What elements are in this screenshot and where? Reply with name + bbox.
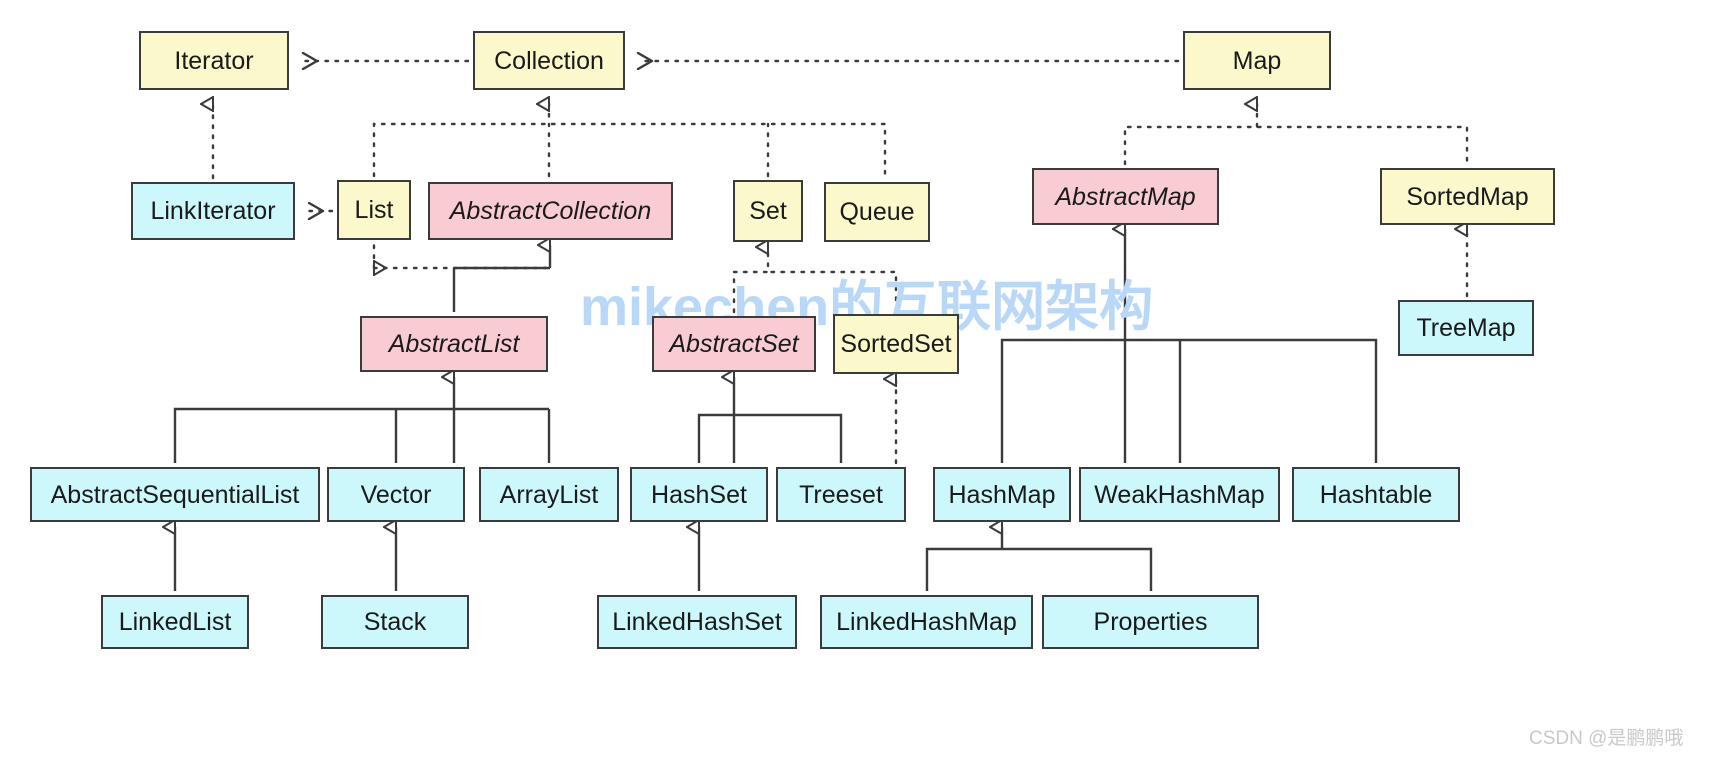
class-node-abstractset[interactable]: AbstractSet <box>652 316 816 372</box>
credit-text: CSDN @是鹏鹏哦 <box>1529 728 1684 749</box>
class-node-stack[interactable]: Stack <box>321 595 469 649</box>
class-node-treeset[interactable]: Treeset <box>776 467 906 522</box>
class-node-linkedlist[interactable]: LinkedList <box>101 595 249 649</box>
class-node-abstractlist[interactable]: AbstractList <box>360 316 548 372</box>
class-node-properties[interactable]: Properties <box>1042 595 1259 649</box>
class-node-linkiterator[interactable]: LinkIterator <box>131 182 295 240</box>
class-node-hashmap[interactable]: HashMap <box>933 467 1071 522</box>
class-node-set[interactable]: Set <box>733 180 803 242</box>
class-node-weakhashmap[interactable]: WeakHashMap <box>1079 467 1280 522</box>
class-node-treemap[interactable]: TreeMap <box>1398 300 1534 356</box>
uml-class-diagram: mikechen的互联网架构 CSDN @是鹏鹏哦 Iterator Collec… <box>0 0 1734 762</box>
class-node-sortedmap[interactable]: SortedMap <box>1380 168 1555 225</box>
class-node-abstractsequentiallist[interactable]: AbstractSequentialList <box>30 467 320 522</box>
class-node-queue[interactable]: Queue <box>824 182 930 242</box>
class-node-collection[interactable]: Collection <box>473 31 625 90</box>
class-node-hashset[interactable]: HashSet <box>630 467 768 522</box>
class-node-vector[interactable]: Vector <box>327 467 465 522</box>
class-node-sortedset[interactable]: SortedSet <box>833 314 959 374</box>
class-node-linkedhashmap[interactable]: LinkedHashMap <box>820 595 1033 649</box>
class-node-arraylist[interactable]: ArrayList <box>479 467 619 522</box>
class-node-iterator[interactable]: Iterator <box>139 31 289 90</box>
class-node-abstractmap[interactable]: AbstractMap <box>1032 168 1219 225</box>
class-node-linkedhashset[interactable]: LinkedHashSet <box>597 595 797 649</box>
class-node-hashtable[interactable]: Hashtable <box>1292 467 1460 522</box>
class-node-list[interactable]: List <box>337 180 411 240</box>
class-node-map[interactable]: Map <box>1183 31 1331 90</box>
class-node-abstractcollection[interactable]: AbstractCollection <box>428 182 673 240</box>
